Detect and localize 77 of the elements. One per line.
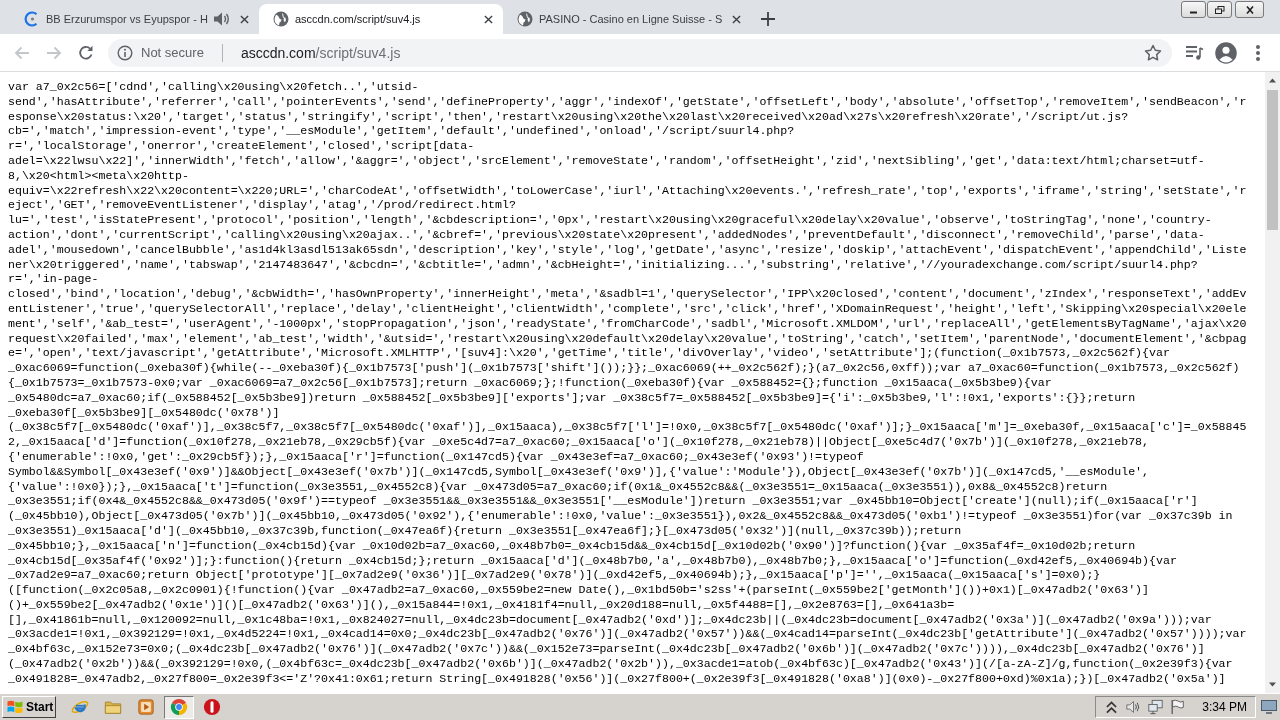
- code-line: {'value':!0x0});},_0x15aaca['t']=function(_0x3e3551,_0x4552c8){var _0x473d05=a7_0xac60;if(0x1&_0x4552c8&&(_0x3e3551=_0x15aaca(_0x3e3551)),0x8&_0x4552c8)return: [8, 479, 1108, 495]
- address-bar[interactable]: Not secure asccdn.com/script/suv4.js: [108, 38, 1172, 67]
- code-line: Symbol&&Symbol[_0x43e3ef('0x9')]&&Object[_0x43e3ef('0x7b')](_0x147cd5,Symbol[_0x43e3ef('0x9')],{'value':'Module'}),Object[_0x43e3ef('0x7b')](_0x147cd5,'__esModule',: [8, 464, 1149, 480]
- code-line: _0x4cb15d[_0x35af4f('0x92')];}:function(){return _0x4cb15d;};return _0x15aaca['d'](_0x48b7b0,'a',_0x48b7b0),_0x48b7b0;},_0x15aaca['o']=function(_0xd42ef5,_0x40694b){var: [8, 553, 1177, 569]
- globe-icon: [517, 11, 533, 27]
- code-line: (_0x47adb2('0x2b'))&&(_0x392129=!0x0,(_0x4bf63c=_0x4dc23b[_0x47adb2('0x6b')](_0x47adb2('0x2b')),_0x3acde1=atob(_0x4bf63c)[_0x47adb2('0x43')](/[a-zA-Z]/g,function(_0x2e39f3){var: [8, 657, 1233, 672]
- code-line: ment','self','&ab_test=','userAgent','-1000px','stopPropagation','json','readyState','fromCharCode','sadbl','Microsoft.XMLDOM','url','replaceAll','getElementsByTagName','ajax\x20: [8, 316, 1247, 332]
- taskbar-app-button[interactable]: [164, 695, 194, 719]
- close-icon[interactable]: [484, 14, 493, 24]
- code-line: _0x4bf63c,_0x152e73=0x0;(_0x4dc23b[_0x47adb2('0x76')](_0x47adb2('0x7c'))&&(_0x152e73=parseInt(_0x4dc23b[_0x47adb2('0x6b')](_0x47adb2('0x7c')))),_0x4dc23b[_0x47adb2('0x76')]: [8, 642, 1205, 658]
- scrollbar-thumb[interactable]: [1267, 90, 1278, 230]
- browser-tab[interactable]: asccdn.com/script/suv4.js: [259, 4, 503, 34]
- code-line: _0x3e3551)_0x15aaca['d'](_0x45bb10,_0x37c39b,function(_0x47ea6f){return _0x3e3551[_0x47ea6f];}[_0x473d05('0x32')](null,_0x37c39b));return: [8, 523, 962, 539]
- code-line: _0x3acde1=!0x1,_0x392129=!0x1,_0x4d5224=!0x1,_0x4cad14=0x0;_0x4dc23b[_0x47adb2('0x76')](_0x47adb2('0x57'))&&(_0x4cad14=parseInt(_0x4dc23b['getAttribute'](_0x47adb2('0x57'))));var: [8, 627, 1247, 643]
- code-line: ()+_0x559be2[_0x47adb2('0x1e')]()[_0x47adb2('0x63')](),_0x15a844=!0x1,_0x4181f4=null,_0x20d188=null,_0x5f4488=[],_0x2e8763=[],_0x641a3b=: [8, 597, 955, 613]
- code-line: e=','open','text/javascript','getAttribute','Microsoft.XMLHTTP','[suv4]:\x20','getTime','title','divOverlay','video','setAttribute'];(function(_0x1b7573,_0x2c562f){var: [8, 346, 1170, 362]
- speaker-icon[interactable]: [214, 12, 230, 26]
- code-line: esponse\x20status:\x20','target','status','stringify','script','then','restart\x20using\x20the\x20last\x20received\x20ad\x27s\x20refresh\x20rate','/script/ut.js?: [8, 109, 1129, 125]
- code-line: entListener','true','querySelectorAll','replace','delay','clientHeight','clientWidth','complete','src','click','href','XDomainRequest','height','left','Skipping\x20special\x20ele: [8, 301, 1247, 317]
- start-button[interactable]: Start: [2, 696, 56, 718]
- code-line: 8,\x20<html><meta\x20http-: [8, 168, 189, 184]
- bookmark-star-icon[interactable]: [1144, 43, 1162, 62]
- code-line: ([function(_0x2c05a8,_0x2c0901){!function(){var _0x47adb2=a7_0xac60,_0x559be2=new Date(),_0x1bd50b='s2ss'+(parseInt(_0x559be2['getMonth']())+0x1)[_0x47adb2('0x63')]: [8, 583, 1149, 598]
- globe-icon: [273, 11, 289, 27]
- browser-tab[interactable]: BB Erzurumspor vs Eyupspor - H: [10, 4, 259, 34]
- code-line: ner\x20triggered','name','tabswap','2147483647','&cbcdn=','&cbtitle=','admn','&cbHeight=','initializing...','substring','relative','//youradexchange.com/script/suurl4.php?: [8, 257, 1198, 273]
- restore-icon: [1214, 5, 1225, 14]
- clock[interactable]: 3:34 PM: [1202, 700, 1247, 714]
- flag-icon[interactable]: [1170, 699, 1186, 715]
- close-icon[interactable]: [240, 14, 249, 24]
- browser-tab[interactable]: PASINO - Casino en Ligne Suisse - S: [503, 4, 752, 34]
- code-line: _0xac6069=function(_0xeba30f){while(--_0xeba30f){_0x1b7573['push'](_0x1b7573['shift']());}};_0xac6069(++_0x2c562f);}(a7_0x2c56,0xff));var a7_0xac60=function(_0x1b7573,_0x2c562f): [8, 361, 1240, 376]
- folder-icon: [104, 698, 122, 716]
- code-line: 2,_0x15aaca['d']=function(_0x10f278,_0x21eb78,_0x29cb5f){var _0xe5c4d7=a7_0xac60;_0x15aaca['o'](_0x10f278,_0x21eb78)||Object[_0xe5c4d7('0x7b')](_0x10f278,_0x21eb78,: [8, 435, 1149, 450]
- code-line: {_0x1b7573=_0x1b7573-0x0;var _0xac6069=a7_0x2c56[_0x1b7573];return _0xac6069;};!function(_0xeba30f){var _0x588452={};function _0x15aaca(_0x5b3be9){var: [8, 375, 1052, 391]
- code-line: _0x5480dc=a7_0xac60;if(_0x588452[_0x5b3be9])return _0x588452[_0x5b3be9]['exports'];var _0x38c5f7=_0x588452[_0x5b3be9]={'i':_0x5b3be9,'l':!0x1,'exports':{}};return: [8, 390, 1136, 406]
- window-close-button[interactable]: [1235, 1, 1264, 18]
- code-line: _0x45bb10;},_0x15aaca['n']=function(_0x4cb15d){var _0x10d02b=a7_0xac60,_0x48b7b0=_0x4cb15d&&_0x4cb15d[_0x10d02b('0x90')]?function(){var _0x35af4f=_0x10d02b;return: [8, 538, 1136, 554]
- code-line: r=','in-page-: [8, 272, 99, 288]
- code-line: var a7_0x2c56=['cdnd','calling\x20using\x20fetch..','utsid-: [8, 80, 419, 95]
- ring-logo-icon: [203, 698, 221, 716]
- info-icon[interactable]: [117, 44, 133, 61]
- code-line: (_0x38c5f7[_0x5480dc('0xaf')],_0x38c5f7,_0x38c5f7[_0x5480dc('0xaf')],_0x15aaca),_0x38c5f7['l']=!0x0,_0x38c5f7[_0x5480dc('0xaf')];}_0x15aaca['m']=_0xeba30f,_0x15aaca['c']=_0x58845: [8, 420, 1247, 436]
- code-line: _0x7ad2e9=a7_0xac60;return Object['prototype'][_0x7ad2e9('0x36')][_0x7ad2e9('0x78')](_0xd42ef5,_0x40694b);},_0x15aaca['p']='',_0x15aaca(_0x15aaca['s']=0x0);}: [8, 568, 1101, 584]
- code-line: send','hasAttribute','referrer','call','pointerEvents','send','defineProperty','aggr','indexOf','getState','offsetLeft','body','absolute','offsetTop','removeItem','sendBeacon','r: [8, 94, 1247, 110]
- media-player-icon: [137, 698, 155, 716]
- code-line: (_0x45bb10),Object[_0x473d05('0x7b')](_0x45bb10,_0x473d05('0x92'),{'enumerable':!0x0,'value':_0x3e3551}),0x2&_0x4552c8&&_0x473d05('0xb1')!=typeof _0x3e3551)for(var _0x37c39b in: [8, 509, 1233, 524]
- code-line: eject','GET','removeEventListener','display','atag','/prod/redirect.html?: [8, 198, 516, 214]
- desktop-icon: [1261, 700, 1277, 714]
- code-line: lu=','test','isStatePresent','protocol','position','length','&cbdescription=','0px','restart\x20using\x20graceful\x20delay\x20value','observe','toStringTag','none','country-: [8, 213, 1212, 228]
- code-line: _0x3e3551;if(0x4&_0x4552c8&&_0x473d05('0x9f')==typeof _0x3e3551&&_0x3e3551&&_0x3e3551['__esModule'])return _0x3e3551;var _0x45bb10=Object['create'](null);if(_0x15aaca['r']: [8, 494, 1198, 510]
- speaker-icon[interactable]: [1126, 699, 1142, 715]
- code-line: {'enumerable':!0x0,'get':_0x29cb5f});},_0x15aaca['r']=function(_0x147cd5){var _0x43e3ef=a7_0xac60;_0x43e3ef('0x93')!=typeof: [8, 449, 864, 465]
- close-icon: [1244, 5, 1255, 14]
- minimize-button[interactable]: [1181, 1, 1206, 18]
- code-line: adel=\x22lwsu\x22]','innerWidth','fetch','allow','&aggr=','object','srcElement','removeState','random','offsetHeight','zid','nextSibling','get','data:text/html;charset=utf-: [8, 154, 1205, 169]
- new-tab-icon[interactable]: [761, 12, 776, 26]
- e-logo-icon: [71, 698, 89, 716]
- code-line: equiv=\x22refresh\x22\x20content=\x220;URL=','charCodeAt','offsetWidth','toLowerCase','iurl','Attaching\x20events.','refresh_rate','top','exports','iframe','string','setState','r: [8, 183, 1247, 199]
- code-line: request\x20failed','max','element','ab_test','width','&utsid=','restart\x20using\x20default\x20delay\x20value','toString','catch','setItem','parentNode','documentElement','&cbpag: [8, 331, 1247, 347]
- spinner-icon: [24, 11, 40, 27]
- close-icon[interactable]: [732, 14, 742, 24]
- windows-logo-icon: [6, 698, 24, 716]
- restore-button[interactable]: [1207, 1, 1232, 18]
- code-line: adel','mousedown','cancelBubble','as1d4kl3asdl513ak65sdn','description','key','style','log','getDate','async','resize','doskip','attachEvent','dispatchEvent','appendChild','Liste: [8, 242, 1247, 258]
- code-line: _0x491828=_0x47adb2,_0x27f800=_0x2e39f3<='Z'?0x41:0x61;return String[_0x491828('0x56')](_0x27f800+(_0x2e39f3[_0x491828('0xa8')](0x0)-_0x27f800+0xd)%0x1a);})[_0x47adb2('0x5a')]: [8, 671, 1226, 687]
- code-line: [],_0x41861b=null,_0x120092=null,_0x1c48ba=!0x1,_0x824027=null,_0x4dc23b=document[_0x47adb2('0xd')];_0x4dc23b||(_0x4dc23b=document[_0x47adb2('0x3a')](_0x47adb2('0x9a')));var: [8, 612, 1212, 628]
- code-line: cb=','match','impression-event','type','__esModule','getItem','default','undefined','onload','/script/suurl4.php?: [8, 124, 795, 140]
- code-line: _0xeba30f[_0x5b3be9][_0x5480dc('0x78')]: [8, 405, 280, 421]
- code-line: closed','bind','location','debug','&cbWidth=','hasOwnProperty','innerHeight','meta','&sadbl=1','querySelector','IPP\x20closed','content','document','zIndex','responseText','addEv: [8, 287, 1247, 302]
- code-line: r=','localStorage','onerror','createElement','closed','script[data-: [8, 139, 475, 154]
- url-text[interactable]: asccdn.com/script/suv4.js: [240, 44, 401, 61]
- chevron-up-icon[interactable]: [1104, 699, 1120, 715]
- round-logo-icon: [170, 698, 188, 716]
- network-icon[interactable]: [1148, 699, 1164, 715]
- security-label[interactable]: Not secure: [141, 45, 204, 60]
- code-line: action','dont','currentScript','calling\x20using\x20ajax..','&cbref=','previous\x20state\x20present','addedNodes','preventDefault','disconnect','removeChild','parse','data-: [8, 227, 1205, 243]
